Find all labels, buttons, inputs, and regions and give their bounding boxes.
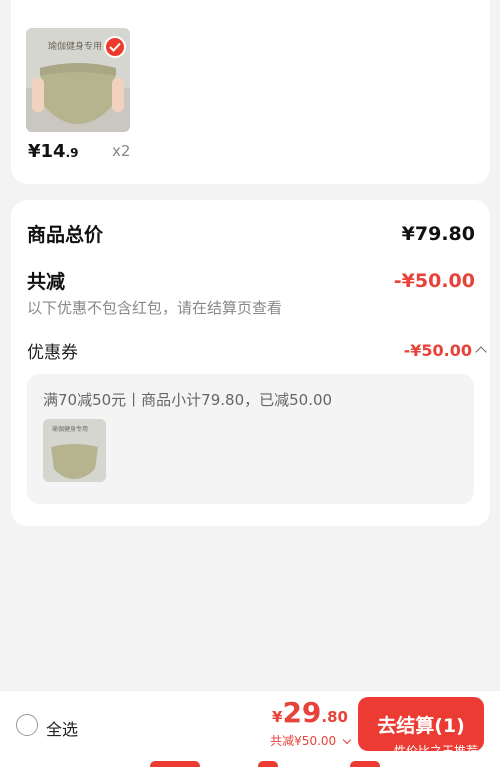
coupon-detail-text: 满70减50元丨商品小计79.80，已减50.00: [43, 391, 333, 409]
coupon-detail-box: 满70减50元丨商品小计79.80，已减50.00 瑜伽健身专用: [27, 374, 474, 504]
saved-amount-text: 共减¥50.00: [270, 734, 337, 748]
item-quantity: x2: [112, 142, 131, 160]
grand-total-symbol: ¥: [272, 708, 283, 726]
nav-badge: [150, 761, 200, 767]
product-image[interactable]: 瑜伽健身专用: [26, 28, 130, 132]
discount-label: 共减: [27, 271, 66, 293]
bottom-nav-peek: [0, 760, 500, 767]
recommend-tag: 性价比之王推荐: [394, 744, 479, 758]
total-price-label: 商品总价: [27, 224, 104, 246]
grand-total: ¥29.80: [272, 696, 348, 729]
select-all-label[interactable]: 全选: [46, 716, 78, 740]
chevron-down-icon: [342, 735, 352, 745]
checkout-bar: 全选 ¥29.80 共减¥50.00 去结算(1) 性价比之王推荐: [0, 690, 500, 767]
grand-total-dec: .80: [321, 708, 348, 726]
grand-total-int: 29: [282, 696, 322, 729]
cart-item-card: 瑜伽健身专用 ¥14.9 x2: [11, 0, 490, 184]
discount-value: -¥50.00: [393, 270, 475, 292]
price-summary-card: 商品总价 ¥79.80 共减 -¥50.00 以下优惠不包含红包，请在结算页查看…: [11, 200, 490, 526]
total-price-value: ¥79.80: [401, 223, 475, 245]
mini-product-illustration: 瑜伽健身专用: [43, 419, 106, 482]
coupon-product-thumbnail[interactable]: 瑜伽健身专用: [43, 419, 106, 482]
mini-product-caption: 瑜伽健身专用: [52, 425, 88, 433]
coupon-label[interactable]: 优惠券: [27, 338, 78, 363]
product-caption: 瑜伽健身专用: [48, 40, 102, 52]
coupon-value[interactable]: -¥50.00: [404, 341, 472, 360]
item-price-dec: .9: [65, 146, 79, 160]
nav-badge: [350, 761, 380, 767]
nav-badge: [258, 761, 278, 767]
discount-note: 以下优惠不包含红包，请在结算页查看: [27, 299, 283, 317]
saved-amount[interactable]: 共减¥50.00: [270, 732, 352, 749]
chevron-up-icon[interactable]: [475, 346, 487, 358]
item-price: ¥14.9: [28, 141, 79, 162]
select-all-radio[interactable]: [16, 714, 38, 736]
item-price-int: ¥14: [28, 141, 66, 162]
selected-check-icon[interactable]: [104, 36, 126, 58]
